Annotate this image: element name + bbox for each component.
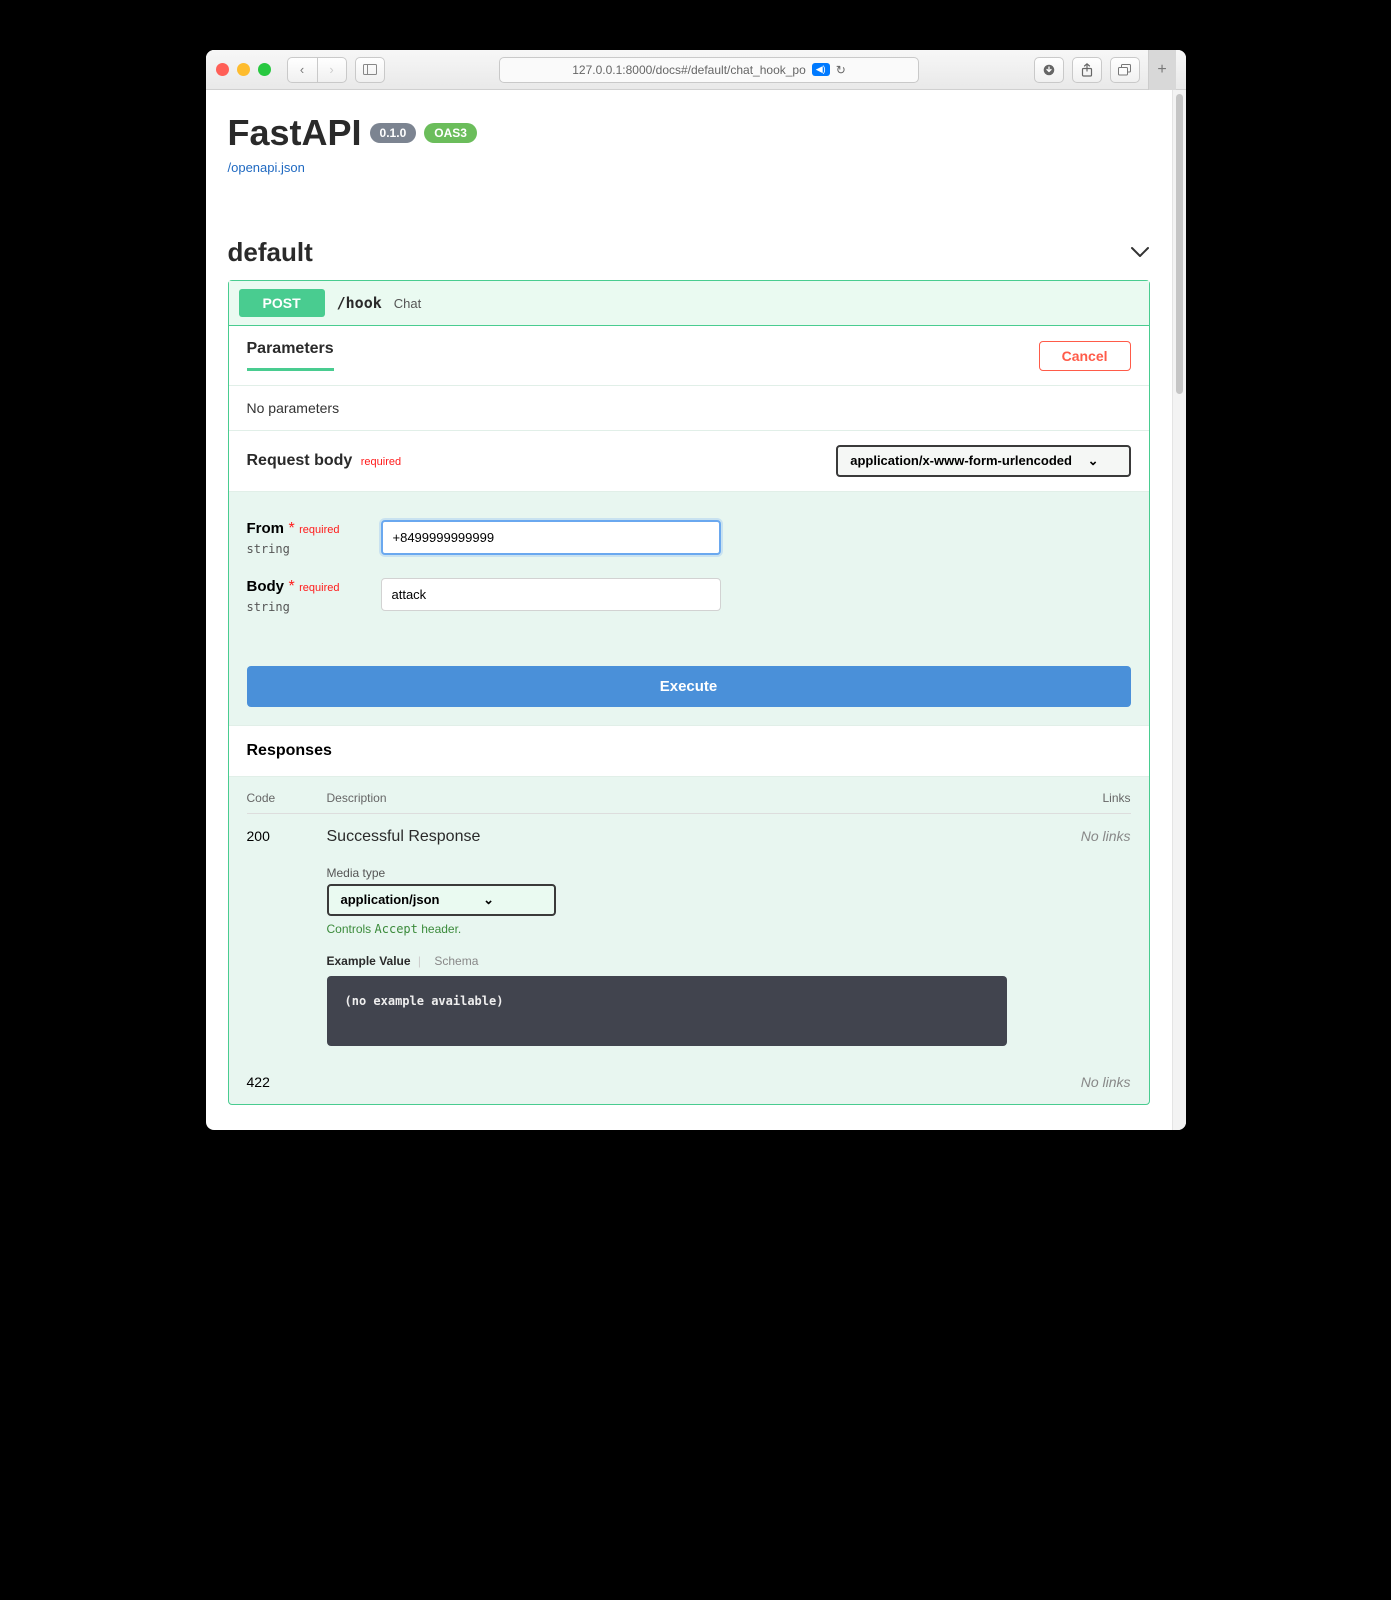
operation-path: /hook [337,294,382,312]
section-toggle[interactable]: default [228,237,1150,268]
chevron-down-icon: ⌄ [1088,453,1099,468]
cancel-button[interactable]: Cancel [1039,341,1131,371]
operation-block: POST /hook Chat Parameters Cancel No par… [228,280,1150,1105]
content-type-select[interactable]: application/x-www-form-urlencoded ⌄ [836,445,1130,477]
nav-buttons: ‹ › [287,57,347,83]
method-badge: POST [239,289,325,317]
request-body-label: Request body [247,452,353,469]
titlebar: ‹ › 127.0.0.1:8000/docs#/default/chat_ho… [206,50,1186,90]
col-links: Links [1051,791,1131,805]
field-from: From * required string [247,520,1131,556]
field-body-label: Body [247,578,285,595]
required-label: required [361,456,401,468]
zoom-icon[interactable] [258,63,271,76]
forward-button[interactable]: › [317,57,347,83]
response-links: No links [1051,828,1131,1046]
col-code: Code [247,791,327,805]
scrollbar[interactable] [1172,90,1186,1130]
example-body: (no example available) [327,976,1007,1046]
required-label: required [299,524,339,536]
no-parameters-text: No parameters [229,386,1149,431]
minimize-icon[interactable] [237,63,250,76]
oas-badge: OAS3 [424,123,477,143]
tabs-button[interactable] [1110,57,1140,83]
close-icon[interactable] [216,63,229,76]
responses-table: Code Description Links 200 Successful Re… [229,777,1149,1104]
reload-icon[interactable]: ↻ [836,63,846,77]
execute-button[interactable]: Execute [247,666,1131,707]
api-header: FastAPI 0.1.0 OAS3 [228,112,1150,154]
sidebar-toggle-button[interactable] [355,57,385,83]
response-code: 200 [247,828,327,1046]
new-tab-button[interactable]: + [1148,50,1176,90]
chevron-down-icon [1130,242,1150,263]
form-area: From * required string Body * required s… [229,492,1149,725]
parameters-tab[interactable]: Parameters [247,340,334,371]
spec-link[interactable]: /openapi.json [228,160,305,175]
field-from-label: From [247,520,285,537]
api-title: FastAPI [228,112,362,154]
accept-hint: Controls Accept header. [327,922,1051,936]
url-text: 127.0.0.1:8000/docs#/default/chat_hook_p… [572,63,806,77]
scroll-thumb[interactable] [1176,94,1183,394]
section-title: default [228,237,313,268]
operation-header[interactable]: POST /hook Chat [229,281,1149,326]
from-input[interactable] [381,520,721,555]
downloads-button[interactable] [1034,57,1064,83]
browser-window: ‹ › 127.0.0.1:8000/docs#/default/chat_ho… [206,50,1186,1130]
response-row-200: 200 Successful Response Media type appli… [247,814,1131,1060]
window-controls [216,63,271,76]
version-badge: 0.1.0 [370,123,417,143]
content-type-value: application/x-www-form-urlencoded [850,453,1072,468]
required-star: * [288,520,294,537]
schema-tab[interactable]: Schema [434,954,478,968]
response-description: Successful Response [327,828,1051,846]
col-description: Description [327,791,1051,805]
media-type-select[interactable]: application/json ⌄ [327,884,557,916]
response-row-422: 422 No links [247,1060,1131,1104]
body-input[interactable] [381,578,721,611]
responses-heading: Responses [229,725,1149,777]
back-button[interactable]: ‹ [287,57,317,83]
field-body: Body * required string [247,578,1131,614]
chevron-down-icon: ⌄ [483,892,494,907]
required-label: required [299,582,339,594]
required-star: * [288,578,294,595]
sound-icon[interactable]: ◀︎) [812,63,830,76]
page-content: FastAPI 0.1.0 OAS3 /openapi.json default… [206,90,1172,1130]
example-value-tab[interactable]: Example Value [327,954,411,968]
request-body-bar: Request body required application/x-www-… [229,431,1149,492]
field-body-type: string [247,600,357,614]
share-button[interactable] [1072,57,1102,83]
response-links: No links [1051,1074,1131,1090]
media-type-value: application/json [341,892,440,907]
field-from-type: string [247,542,357,556]
media-type-label: Media type [327,866,1051,880]
address-bar[interactable]: 127.0.0.1:8000/docs#/default/chat_hook_p… [499,57,919,83]
operation-summary: Chat [394,296,421,311]
response-code: 422 [247,1074,327,1090]
parameters-bar: Parameters Cancel [229,326,1149,386]
